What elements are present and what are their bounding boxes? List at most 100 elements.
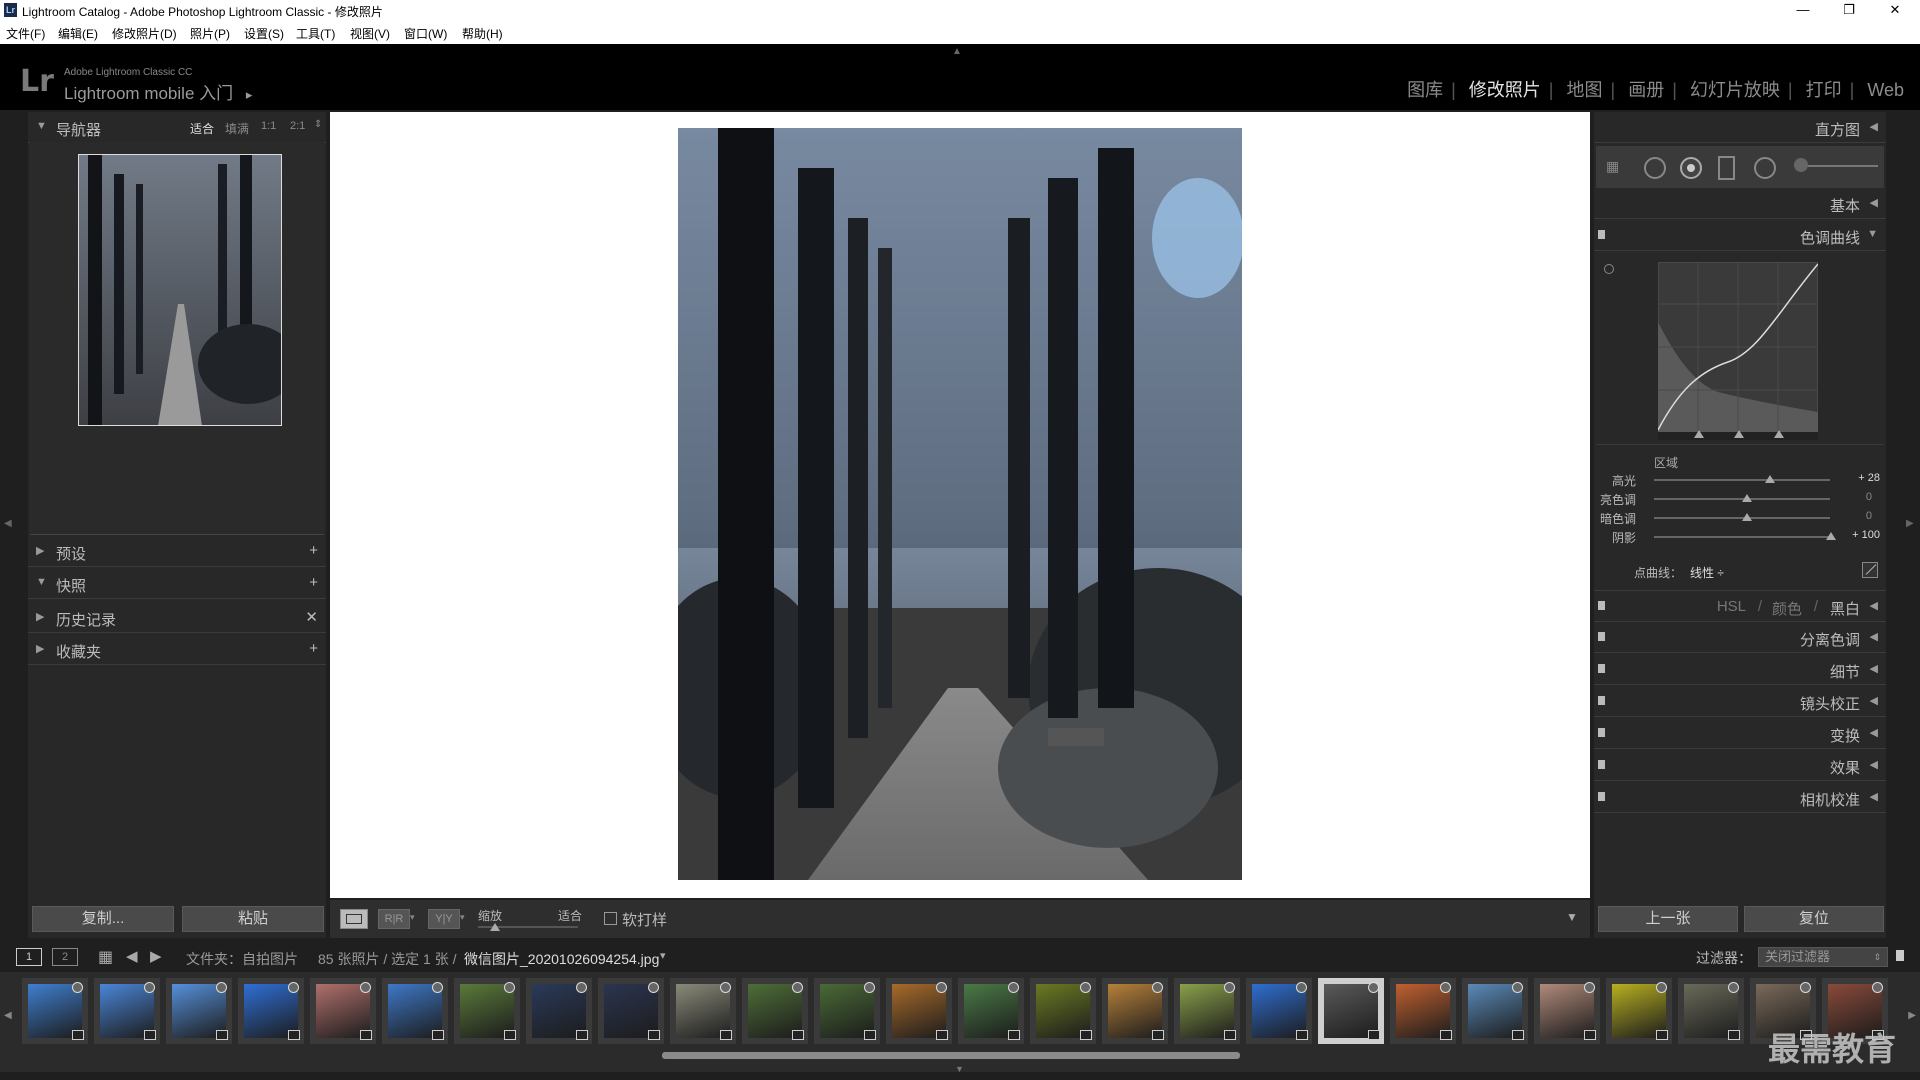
add-preset-icon[interactable]: + <box>309 542 318 559</box>
menu-help[interactable]: 帮助(H) <box>462 25 503 42</box>
maximize-button[interactable]: ❐ <box>1826 0 1872 22</box>
copy-settings-button[interactable]: 复制... <box>32 906 174 932</box>
menu-edit[interactable]: 编辑(E) <box>58 25 98 42</box>
panel-toggle-switch[interactable] <box>1598 230 1605 239</box>
lights-knob[interactable] <box>1742 494 1752 502</box>
shadows-knob[interactable] <box>1826 532 1836 540</box>
shadows-value[interactable]: + 100 <box>1852 529 1880 541</box>
color-tab[interactable]: 颜色 <box>1772 598 1802 619</box>
filmstrip-scrollbar[interactable] <box>662 1052 1240 1059</box>
loupe-view-icon[interactable] <box>340 909 368 929</box>
menu-settings[interactable]: 设置(S) <box>244 25 284 42</box>
histogram-header[interactable]: 直方图 ◀ <box>1594 112 1886 143</box>
filename-dropdown-icon[interactable]: ▾ <box>660 949 666 962</box>
scroll-left-icon[interactable]: ◀ <box>4 1010 12 1021</box>
filmstrip-thumbnail[interactable] <box>742 978 808 1044</box>
detail-header[interactable]: 细节 ◀ <box>1594 654 1886 685</box>
module-print[interactable]: 打印 <box>1806 80 1842 100</box>
filmstrip-thumbnail[interactable] <box>1030 978 1096 1044</box>
filmstrip-thumbnail[interactable] <box>1390 978 1456 1044</box>
filmstrip-thumbnail[interactable] <box>526 978 592 1044</box>
brush-slider[interactable] <box>1808 165 1878 167</box>
module-web[interactable]: Web <box>1867 80 1904 100</box>
module-library[interactable]: 图库 <box>1407 80 1443 100</box>
filmstrip-thumbnail[interactable] <box>1318 978 1384 1044</box>
navigator-header[interactable]: ▼ 导航器 适合 填满 1:1 2:1 ⇕ <box>28 112 326 143</box>
history-panel-header[interactable]: ▶ 历史记录 ✕ <box>28 602 326 633</box>
scroll-right-icon[interactable]: ▶ <box>1908 1010 1916 1021</box>
tone-curve-header[interactable]: 色调曲线 ▼ <box>1594 220 1886 251</box>
highlights-value[interactable]: + 28 <box>1858 472 1880 484</box>
module-book[interactable]: 画册 <box>1628 80 1664 100</box>
filmstrip-thumbnail[interactable] <box>670 978 736 1044</box>
filmstrip-thumbnail[interactable] <box>1678 978 1744 1044</box>
shadows-slider[interactable] <box>1654 536 1830 538</box>
panel-toggle-switch[interactable] <box>1598 664 1605 673</box>
filmstrip-thumbnail[interactable] <box>814 978 880 1044</box>
highlights-knob[interactable] <box>1765 475 1775 483</box>
filter-lock-icon[interactable] <box>1896 950 1904 961</box>
hsl-tab[interactable]: HSL <box>1717 598 1746 615</box>
split-point-mid[interactable] <box>1734 430 1744 438</box>
add-snapshot-icon[interactable]: + <box>309 574 318 591</box>
swap-dropdown-icon[interactable]: ▾ <box>460 912 465 923</box>
point-curve-select[interactable]: 线性 ÷ <box>1690 564 1724 581</box>
red-eye-icon[interactable] <box>1680 157 1702 179</box>
hsl-panel-header[interactable]: HSL / 颜色 / 黑白 ◀ <box>1594 590 1886 622</box>
before-after-dropdown-icon[interactable]: ▾ <box>410 912 415 923</box>
zoom-fit[interactable]: 适合 <box>190 120 214 137</box>
split-toning-header[interactable]: 分离色调 ◀ <box>1594 622 1886 653</box>
basic-panel-header[interactable]: 基本 ◀ <box>1594 188 1886 219</box>
panel-toggle-switch[interactable] <box>1598 601 1605 610</box>
filmstrip-thumbnail[interactable] <box>1102 978 1168 1044</box>
lights-value[interactable]: 0 <box>1866 491 1872 503</box>
filmstrip-thumbnail[interactable] <box>886 978 952 1044</box>
zoom-stepper-icon[interactable]: ⇕ <box>314 119 322 130</box>
reset-button[interactable]: 复位 <box>1744 906 1884 932</box>
filmstrip-thumbnail[interactable] <box>1174 978 1240 1044</box>
collapse-right-icon[interactable]: ▶ <box>1906 518 1914 529</box>
secondary-display-button[interactable]: 2 <box>52 948 78 966</box>
menu-view[interactable]: 视图(V) <box>350 25 390 42</box>
filmstrip-thumbnail[interactable] <box>1534 978 1600 1044</box>
filmstrip-thumbnail[interactable] <box>166 978 232 1044</box>
panel-toggle-switch[interactable] <box>1598 792 1605 801</box>
transform-header[interactable]: 变换 ◀ <box>1594 718 1886 749</box>
menu-window[interactable]: 窗口(W) <box>404 25 447 42</box>
filmstrip-thumbnail[interactable] <box>22 978 88 1044</box>
zoom-2-1[interactable]: 2:1 <box>290 120 305 132</box>
zoom-fill[interactable]: 填满 <box>225 120 249 137</box>
menu-tools[interactable]: 工具(T) <box>296 25 335 42</box>
filter-select[interactable]: 关闭过滤器 ⇕ <box>1758 947 1888 967</box>
forward-arrow-icon[interactable]: ▶ <box>150 947 162 965</box>
crop-overlay-icon[interactable]: ▦ <box>1606 158 1619 175</box>
filmstrip-thumbnail[interactable] <box>454 978 520 1044</box>
paste-settings-button[interactable]: 粘贴 <box>182 906 324 932</box>
presets-panel-header[interactable]: ▶ 预设 + <box>28 536 326 567</box>
menu-develop[interactable]: 修改照片(D) <box>112 25 177 42</box>
toolbar-menu-icon[interactable]: ▼ <box>1566 910 1578 924</box>
panel-toggle-switch[interactable] <box>1598 760 1605 769</box>
split-point-shadow[interactable] <box>1694 430 1704 438</box>
primary-display-button[interactable]: 1 <box>16 948 42 966</box>
clear-history-icon[interactable]: ✕ <box>305 608 318 626</box>
bw-tab[interactable]: 黑白 <box>1830 598 1860 619</box>
source-label[interactable]: 文件夹：自拍图片 <box>186 949 298 969</box>
before-after-icon[interactable]: R|R <box>378 909 410 929</box>
camera-calibration-header[interactable]: 相机校准 ◀ <box>1594 782 1886 813</box>
module-map[interactable]: 地图 <box>1567 80 1603 100</box>
filmstrip-thumbnail[interactable] <box>382 978 448 1044</box>
tone-curve-graph[interactable] <box>1658 262 1818 432</box>
filmstrip-thumbnail[interactable] <box>310 978 376 1044</box>
grid-view-icon[interactable]: ▦ <box>98 947 113 967</box>
minimize-button[interactable]: — <box>1780 0 1826 22</box>
filmstrip-thumbnail[interactable] <box>94 978 160 1044</box>
point-curve-edit-icon[interactable] <box>1862 562 1878 578</box>
panel-toggle-switch[interactable] <box>1598 728 1605 737</box>
spot-removal-icon[interactable] <box>1644 157 1666 179</box>
back-arrow-icon[interactable]: ◀ <box>126 947 138 965</box>
menu-file[interactable]: 文件(F) <box>6 25 45 42</box>
effects-header[interactable]: 效果 ◀ <box>1594 750 1886 781</box>
collapse-left-icon[interactable]: ◀ <box>4 518 12 529</box>
module-slideshow[interactable]: 幻灯片放映 <box>1690 80 1780 100</box>
